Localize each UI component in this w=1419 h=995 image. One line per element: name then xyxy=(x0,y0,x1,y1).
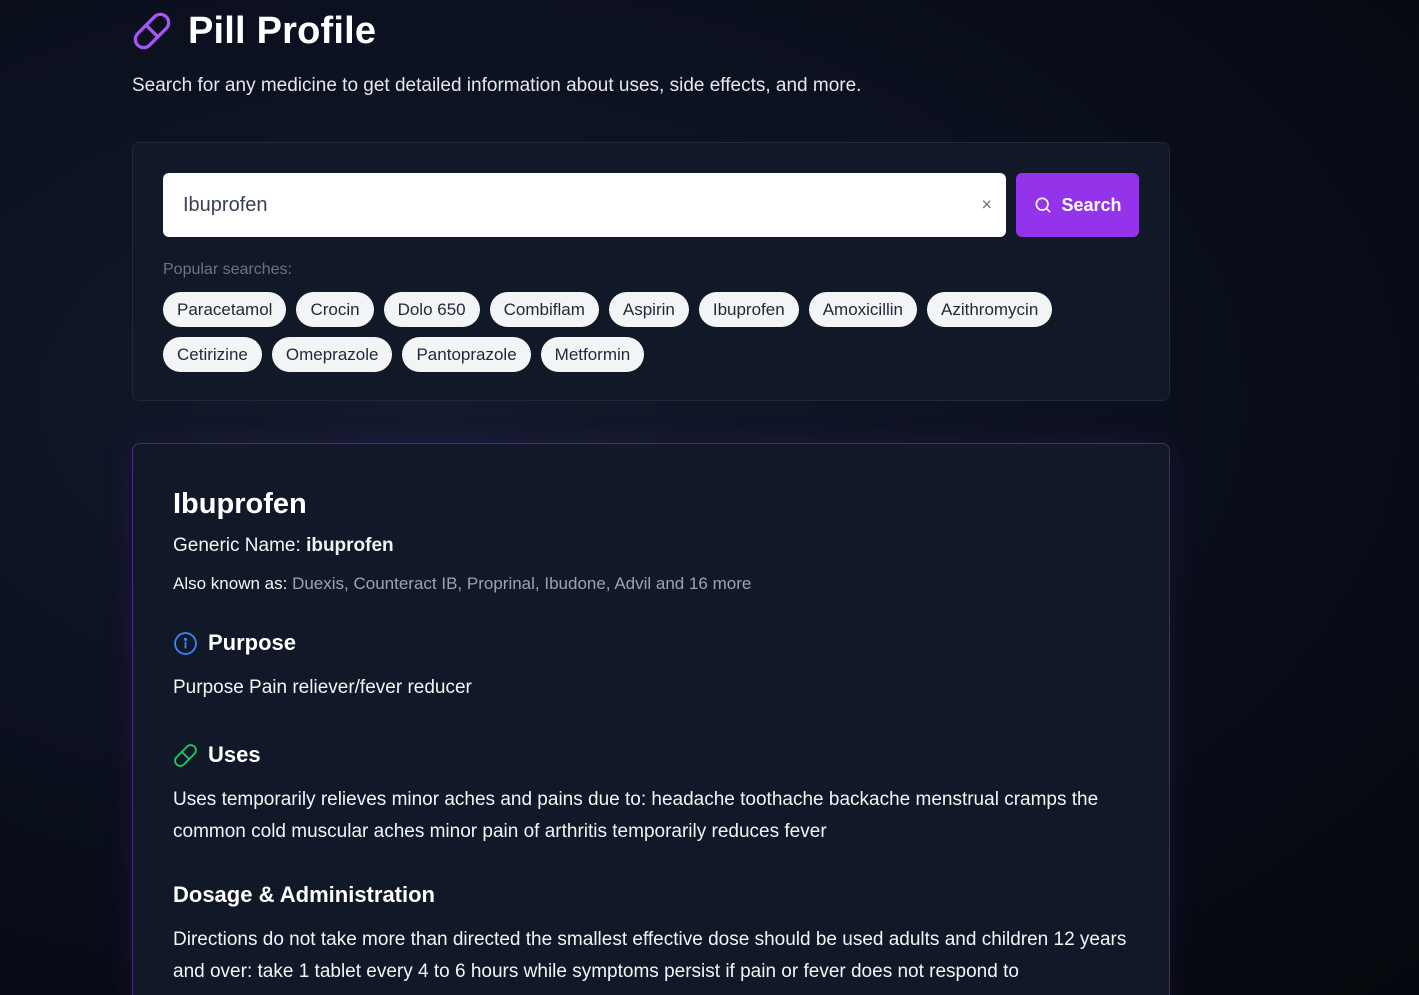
search-box: × xyxy=(163,173,1006,237)
result-card: Ibuprofen Generic Name: ibuprofen Also k… xyxy=(132,443,1170,995)
popular-chip[interactable]: Ibuprofen xyxy=(698,292,799,327)
popular-chip[interactable]: Cetirizine xyxy=(163,337,262,372)
generic-name-value: ibuprofen xyxy=(306,535,394,556)
section-title-text: Uses xyxy=(208,742,261,767)
drug-name: Ibuprofen xyxy=(173,488,307,520)
search-icon xyxy=(1033,195,1053,215)
generic-name-label: Generic Name: xyxy=(173,535,301,556)
generic-name-line: Generic Name: ibuprofen xyxy=(173,535,1129,557)
app-subtitle: Search for any medicine to get detailed … xyxy=(132,75,862,96)
app-title: Pill Profile xyxy=(188,9,377,52)
pill-icon xyxy=(173,743,198,768)
section-title-text: Dosage & Administration xyxy=(173,882,435,907)
search-card: × Search Popular searches: Paracetamol C… xyxy=(132,142,1170,401)
pill-icon xyxy=(132,11,172,51)
also-known-as-line: Also known as: Duexis, Counteract IB, Pr… xyxy=(173,574,1129,594)
section-title: Dosage & Administration xyxy=(173,882,1129,908)
section-body: Directions do not take more than directe… xyxy=(173,929,1127,982)
section-body: Purpose Pain reliever/fever reducer xyxy=(173,677,472,698)
popular-chip[interactable]: Dolo 650 xyxy=(383,292,480,327)
search-row: × Search xyxy=(163,173,1139,237)
uses-section: Uses Uses temporarily relieves minor ach… xyxy=(173,742,1129,848)
page: Pill Profile Search for any medicine to … xyxy=(132,0,1172,995)
clear-icon[interactable]: × xyxy=(981,195,992,216)
purpose-section: Purpose Purpose Pain reliever/fever redu… xyxy=(173,630,1129,704)
popular-chip[interactable]: Pantoprazole xyxy=(402,337,531,372)
search-button-label: Search xyxy=(1061,194,1122,215)
popular-chip[interactable]: Crocin xyxy=(296,292,374,327)
section-title-text: Purpose xyxy=(208,630,297,655)
info-icon xyxy=(173,631,198,656)
search-button[interactable]: Search xyxy=(1016,173,1139,237)
section-title: Purpose xyxy=(173,630,1129,656)
popular-chip[interactable]: Paracetamol xyxy=(163,292,287,327)
search-input[interactable] xyxy=(163,192,944,218)
popular-searches: Paracetamol Crocin Dolo 650 Combiflam As… xyxy=(163,292,1123,372)
popular-chip[interactable]: Aspirin xyxy=(608,292,689,327)
also-known-as-label: Also known as: xyxy=(173,574,288,593)
popular-chip[interactable]: Omeprazole xyxy=(271,337,393,372)
also-known-as-values: Duexis, Counteract IB, Proprinal, Ibudon… xyxy=(292,574,752,593)
popular-chip[interactable]: Metformin xyxy=(540,337,645,372)
popular-chip[interactable]: Amoxicillin xyxy=(808,292,917,327)
section-body: Uses temporarily relieves minor aches an… xyxy=(173,789,1099,842)
popular-chip[interactable]: Combiflam xyxy=(489,292,599,327)
popular-searches-label: Popular searches: xyxy=(163,261,292,278)
result-content: Ibuprofen Generic Name: ibuprofen Also k… xyxy=(173,488,1129,988)
dosage-section: Dosage & Administration Directions do no… xyxy=(173,882,1129,988)
section-title: Uses xyxy=(173,742,1129,768)
header: Pill Profile xyxy=(132,0,1172,62)
popular-chip[interactable]: Azithromycin xyxy=(926,292,1053,327)
